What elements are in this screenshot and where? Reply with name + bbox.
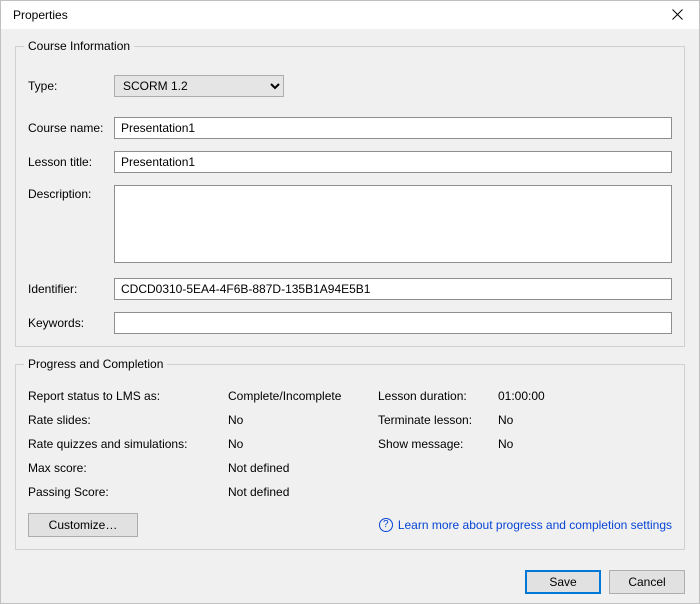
cancel-button[interactable]: Cancel [609, 570, 685, 594]
close-button[interactable] [657, 0, 697, 29]
customize-button[interactable]: Customize… [28, 513, 138, 537]
passing-score-value: Not defined [228, 485, 378, 499]
dialog-button-bar: Save Cancel [1, 560, 699, 603]
course-name-input[interactable] [114, 117, 672, 139]
passing-score-label: Passing Score: [28, 485, 228, 499]
type-select[interactable]: SCORM 1.2 [114, 75, 284, 97]
course-name-label: Course name: [28, 121, 114, 135]
progress-grid: Report status to LMS as: Complete/Incomp… [28, 389, 672, 499]
course-name-row: Course name: [28, 117, 672, 139]
learn-more-text: Learn more about progress and completion… [398, 518, 672, 532]
terminate-lesson-label: Terminate lesson: [378, 413, 498, 427]
keywords-label: Keywords: [28, 316, 114, 330]
learn-more-link[interactable]: ? Learn more about progress and completi… [379, 518, 672, 532]
dialog-content: Course Information Type: SCORM 1.2 Cours… [1, 29, 699, 560]
keywords-input[interactable] [114, 312, 672, 334]
progress-footer: Customize… ? Learn more about progress a… [28, 513, 672, 537]
close-icon [672, 9, 683, 20]
course-information-legend: Course Information [24, 39, 134, 53]
rate-quizzes-label: Rate quizzes and simulations: [28, 437, 228, 451]
progress-completion-group: Progress and Completion Report status to… [15, 357, 685, 550]
rate-slides-label: Rate slides: [28, 413, 228, 427]
lesson-title-label: Lesson title: [28, 155, 114, 169]
show-message-value: No [498, 437, 598, 451]
max-score-value: Not defined [228, 461, 378, 475]
properties-dialog: Properties Course Information Type: SCOR… [0, 0, 700, 604]
rate-quizzes-value: No [228, 437, 378, 451]
description-textarea[interactable] [114, 185, 672, 263]
titlebar: Properties [1, 1, 699, 29]
save-button[interactable]: Save [525, 570, 601, 594]
report-status-label: Report status to LMS as: [28, 389, 228, 403]
window-title: Properties [13, 8, 657, 22]
show-message-label: Show message: [378, 437, 498, 451]
keywords-row: Keywords: [28, 312, 672, 334]
max-score-label: Max score: [28, 461, 228, 475]
lesson-duration-label: Lesson duration: [378, 389, 498, 403]
report-status-value: Complete/Incomplete [228, 389, 378, 403]
progress-completion-legend: Progress and Completion [24, 357, 167, 371]
type-row: Type: SCORM 1.2 [28, 75, 672, 97]
rate-slides-value: No [228, 413, 378, 427]
description-row: Description: [28, 185, 672, 266]
lesson-title-input[interactable] [114, 151, 672, 173]
identifier-label: Identifier: [28, 282, 114, 296]
lesson-title-row: Lesson title: [28, 151, 672, 173]
type-label: Type: [28, 79, 114, 93]
lesson-duration-value: 01:00:00 [498, 389, 598, 403]
terminate-lesson-value: No [498, 413, 598, 427]
description-label: Description: [28, 185, 114, 201]
identifier-input[interactable] [114, 278, 672, 300]
identifier-row: Identifier: [28, 278, 672, 300]
course-information-group: Course Information Type: SCORM 1.2 Cours… [15, 39, 685, 347]
help-icon: ? [379, 518, 393, 532]
